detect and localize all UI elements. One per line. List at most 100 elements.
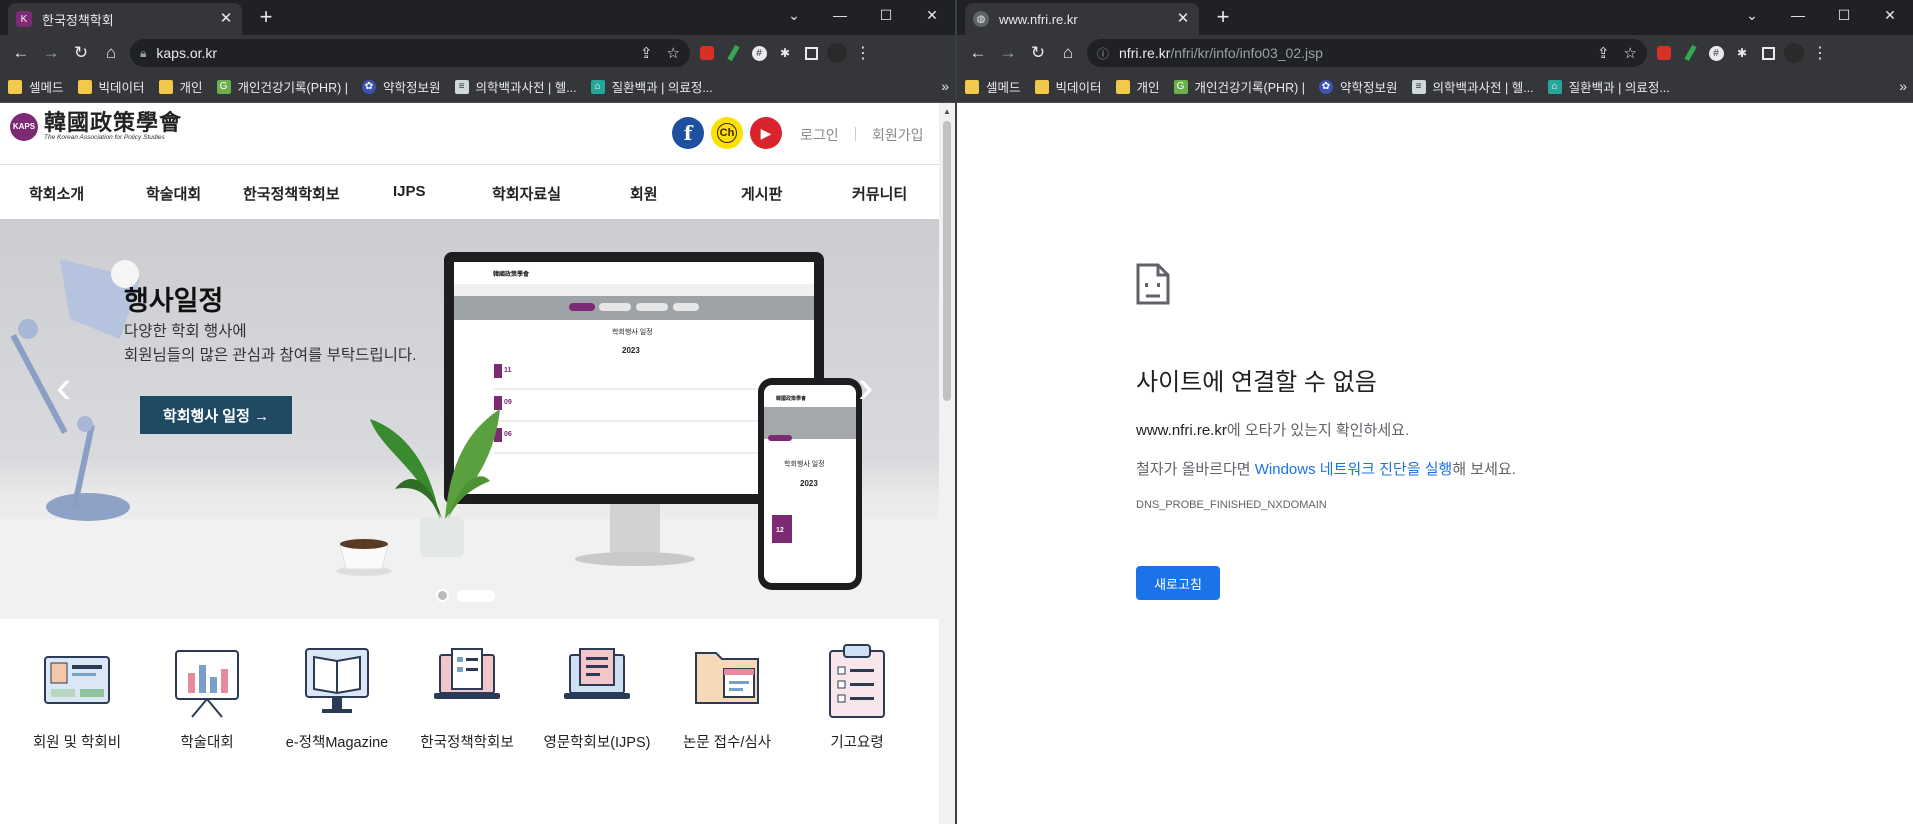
bookmark-item[interactable]: 개인 — [158, 77, 203, 96]
profile-avatar[interactable] — [824, 39, 850, 67]
url-text[interactable]: nfri.re.kr/nfri/kr/info/info03_02.jsp — [1119, 45, 1583, 61]
maximize-button[interactable]: ☐ — [863, 0, 909, 30]
bookmark-item[interactable]: ⌂ 질환백과 | 의료정... — [590, 77, 713, 96]
quick-link-label: 영문학회보(IJPS) — [543, 735, 651, 751]
extensions-puzzle-icon[interactable]: ✱ — [772, 39, 798, 67]
bookmark-item[interactable]: 개인 — [1115, 77, 1160, 96]
tab-search-icon[interactable]: ⌄ — [1729, 0, 1775, 30]
home-icon[interactable]: ⌂ — [1053, 39, 1083, 67]
extension-hash-icon[interactable]: # — [746, 39, 772, 67]
tab-kaps[interactable]: K 한국정책학회 ✕ — [8, 3, 242, 35]
facebook-icon[interactable]: f — [672, 117, 704, 149]
scrollbar-thumb[interactable] — [943, 121, 951, 401]
quick-link-label: 학술대회 — [180, 735, 234, 751]
forward-icon[interactable]: → — [993, 39, 1023, 67]
minimize-button[interactable]: — — [817, 0, 863, 30]
extension-hash-icon[interactable]: # — [1703, 39, 1729, 67]
tab-search-icon[interactable]: ⌄ — [771, 0, 817, 30]
menu-kebab-icon[interactable]: ⋮ — [1807, 39, 1833, 67]
kakao-channel-icon[interactable]: Ch — [711, 117, 743, 149]
address-bar[interactable]: ⓘ nfri.re.kr/nfri/kr/info/info03_02.jsp … — [1087, 39, 1647, 67]
close-tab-icon[interactable]: ✕ — [1175, 11, 1191, 27]
nav-members[interactable]: 회원 — [630, 183, 658, 204]
logo-subtitle: The Korean Association for Policy Studie… — [44, 134, 165, 141]
signup-link[interactable]: 회원가입 — [872, 125, 924, 145]
reload-button[interactable]: 새로고침 — [1136, 566, 1220, 600]
nav-conference[interactable]: 학술대회 — [146, 183, 201, 204]
back-icon[interactable]: ← — [6, 39, 36, 67]
nav-journal[interactable]: 한국정책학회보 — [243, 183, 340, 204]
bookmark-item[interactable]: 셀메드 — [965, 77, 1021, 96]
extension-green-icon[interactable] — [1677, 39, 1703, 67]
nav-ijps[interactable]: IJPS — [393, 183, 426, 200]
new-tab-button[interactable]: + — [1209, 6, 1237, 30]
close-window-button[interactable]: ✕ — [1867, 0, 1913, 30]
forward-icon[interactable]: → — [36, 39, 66, 67]
slider-prev-icon[interactable]: ‹ — [56, 359, 71, 413]
bookmark-item[interactable]: ≡ 의학백과사전 | 헬... — [1411, 77, 1534, 96]
extension-green-icon[interactable] — [720, 39, 746, 67]
page-scrollbar[interactable]: ▲ — [939, 103, 955, 824]
more-bookmarks-icon[interactable]: » — [1899, 78, 1907, 94]
new-tab-button[interactable]: + — [252, 6, 280, 30]
quick-link-conference[interactable]: 학술대회 — [142, 643, 272, 752]
folder-icon — [158, 79, 173, 94]
bookmark-star-icon[interactable]: ☆ — [1624, 44, 1637, 62]
nav-community[interactable]: 커뮤니티 — [852, 183, 907, 204]
share-icon[interactable]: ⇪ — [640, 44, 653, 62]
scroll-up-icon[interactable]: ▲ — [943, 107, 951, 116]
slider-next-icon[interactable]: › — [858, 359, 873, 413]
menu-kebab-icon[interactable]: ⋮ — [850, 39, 876, 67]
profile-avatar[interactable] — [1781, 39, 1807, 67]
quick-link-ijps[interactable]: 영문학회보(IJPS) — [532, 643, 662, 752]
bookmark-item[interactable]: ≡ 의학백과사전 | 헬... — [454, 77, 577, 96]
url-text[interactable]: kaps.or.kr — [156, 45, 626, 61]
bookmark-item[interactable]: G 개인건강기록(PHR) | — [216, 77, 348, 96]
sidepanel-icon[interactable] — [798, 39, 824, 67]
nav-about[interactable]: 학회소개 — [29, 183, 84, 204]
reload-icon[interactable]: ↻ — [1023, 39, 1053, 67]
slider-dot[interactable] — [436, 589, 449, 602]
back-icon[interactable]: ← — [963, 39, 993, 67]
lock-icon[interactable]: 🔒︎ — [140, 46, 146, 61]
bookmark-star-icon[interactable]: ☆ — [667, 44, 680, 62]
reload-icon[interactable]: ↻ — [66, 39, 96, 67]
bookmark-item[interactable]: 셀메드 — [8, 77, 64, 96]
address-bar[interactable]: 🔒︎ kaps.or.kr ⇪ ☆ — [130, 39, 690, 67]
folder-document-icon — [695, 652, 759, 704]
share-icon[interactable]: ⇪ — [1597, 44, 1610, 62]
quick-link-guidelines[interactable]: 기고요령 — [792, 643, 922, 752]
bookmark-item[interactable]: 빅데이터 — [1034, 77, 1102, 96]
home-icon[interactable]: ⌂ — [96, 39, 126, 67]
quick-link-submission[interactable]: 논문 접수/심사 — [662, 643, 792, 752]
youtube-icon[interactable]: ▶ — [750, 117, 782, 149]
event-schedule-button[interactable]: 학회행사 일정 → — [140, 396, 292, 434]
sidepanel-icon[interactable] — [1755, 39, 1781, 67]
extension-red-icon[interactable] — [694, 39, 720, 67]
extensions-puzzle-icon[interactable]: ✱ — [1729, 39, 1755, 67]
more-bookmarks-icon[interactable]: » — [941, 78, 949, 94]
nav-board[interactable]: 게시판 — [741, 183, 782, 204]
close-window-button[interactable]: ✕ — [909, 0, 955, 30]
minimize-button[interactable]: — — [1775, 0, 1821, 30]
tab-nfri[interactable]: ◍ www.nfri.re.kr ✕ — [965, 3, 1199, 35]
extension-red-icon[interactable] — [1651, 39, 1677, 67]
bookmark-item[interactable]: G 개인건강기록(PHR) | — [1173, 77, 1305, 96]
bookmark-item[interactable]: ⌂ 질환백과 | 의료정... — [1547, 77, 1670, 96]
info-icon[interactable]: ⓘ — [1097, 45, 1109, 62]
maximize-button[interactable]: ☐ — [1821, 0, 1867, 30]
logo-text: 韓國政策學會 — [44, 110, 183, 136]
quick-link-magazine[interactable]: e-정책Magazine — [272, 643, 402, 752]
site-logo[interactable]: KAPS 韓國政策學會 The Korean Association for P… — [10, 112, 182, 141]
quick-link-journal[interactable]: 한국정책학회보 — [402, 643, 532, 752]
laptop-list-icon — [564, 648, 630, 699]
network-diagnostics-link[interactable]: Windows 네트워크 진단을 실행 — [1255, 461, 1453, 478]
login-link[interactable]: 로그인 — [800, 125, 839, 145]
bookmark-item[interactable]: ✿ 약학정보원 — [361, 77, 441, 96]
quick-link-membership[interactable]: 회원 및 학회비 — [12, 643, 142, 752]
slider-dot-active[interactable] — [457, 589, 495, 602]
bookmark-item[interactable]: ✿ 약학정보원 — [1318, 77, 1398, 96]
nav-archive[interactable]: 학회자료실 — [492, 183, 561, 204]
bookmark-item[interactable]: 빅데이터 — [77, 77, 145, 96]
close-tab-icon[interactable]: ✕ — [218, 11, 234, 27]
